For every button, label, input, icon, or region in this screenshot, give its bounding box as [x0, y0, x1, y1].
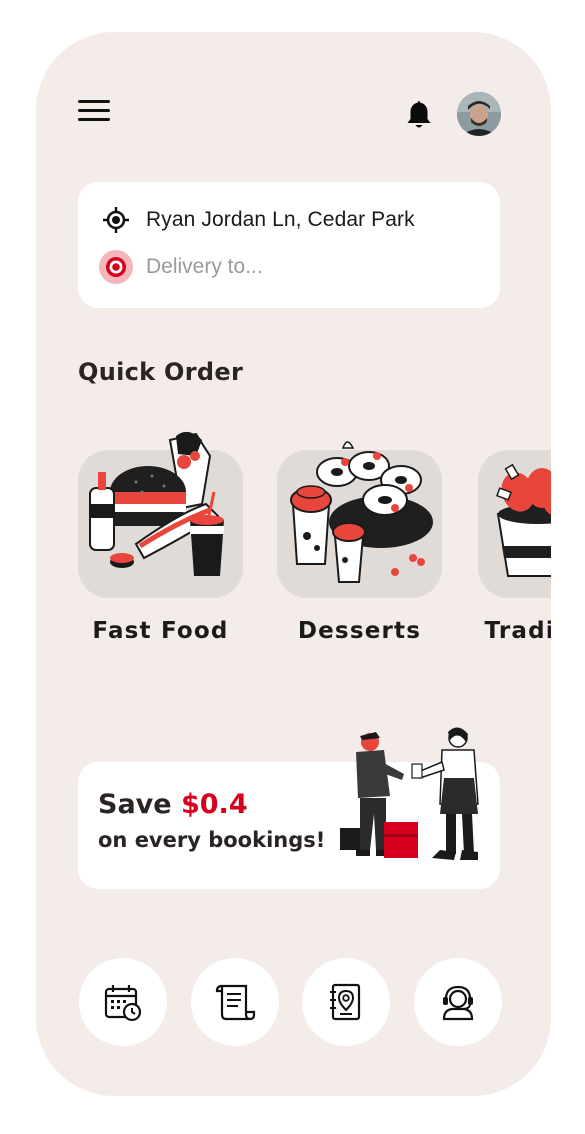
- destination-pin-icon: [98, 249, 134, 285]
- location-card: Ryan Jordan Ln, Cedar Park: [78, 182, 500, 308]
- promo-amount: $0.4: [180, 789, 248, 820]
- quick-order-label: Traditional: [484, 618, 551, 644]
- traditional-food-illustration: [478, 450, 551, 598]
- quick-order-title: Quick Order: [78, 358, 244, 386]
- promo-title: Save $0.4: [98, 789, 248, 820]
- current-address: Ryan Jordan Ln, Cedar Park: [146, 208, 415, 231]
- quick-order-label: Fast Food: [92, 618, 229, 644]
- hamburger-menu-icon[interactable]: [78, 98, 112, 126]
- crosshair-location-icon: [98, 202, 134, 238]
- quick-order-traditional[interactable]: Traditional: [478, 450, 551, 644]
- quick-order-label: Desserts: [297, 618, 422, 644]
- schedule-button[interactable]: [79, 958, 167, 1046]
- destination-row: [98, 249, 446, 285]
- addresses-button[interactable]: [302, 958, 390, 1046]
- receipt-scroll-icon: [215, 984, 256, 1021]
- quick-order-desserts[interactable]: Desserts: [277, 441, 442, 644]
- bell-icon[interactable]: [403, 98, 435, 132]
- quick-order-fast-food[interactable]: Fast Food: [78, 431, 243, 644]
- promo-prefix: Save: [98, 789, 181, 820]
- promo-subtitle: on every bookings!: [98, 828, 326, 852]
- support-button[interactable]: [414, 958, 502, 1046]
- app-screen: Ryan Jordan Ln, Cedar Park Quick Order: [36, 32, 551, 1096]
- delivery-handoff-illustration: [340, 727, 479, 860]
- delivery-destination-input[interactable]: [146, 255, 446, 279]
- desserts-illustration: [277, 441, 442, 598]
- fast-food-illustration: [78, 431, 243, 598]
- calendar-clock-icon: [104, 985, 142, 1022]
- orders-button[interactable]: [191, 958, 279, 1046]
- user-avatar[interactable]: [457, 92, 501, 136]
- support-agent-icon: [442, 985, 474, 1021]
- current-location-row[interactable]: Ryan Jordan Ln, Cedar Park: [98, 202, 415, 238]
- address-book-pin-icon: [330, 983, 361, 1021]
